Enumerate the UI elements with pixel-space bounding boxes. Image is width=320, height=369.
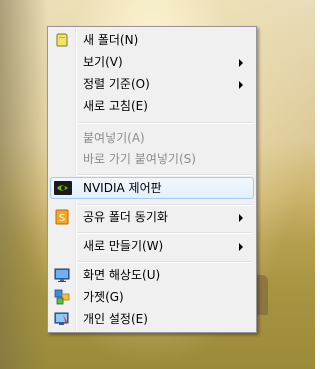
menu-item-personalize[interactable]: 개인 설정(E) — [50, 309, 254, 330]
menu-item-label: 바로 가기 붙여넣기(S) — [83, 152, 196, 166]
menu-separator — [78, 261, 252, 263]
menu-item-paste[interactable]: 붙여넣기(A) — [50, 128, 254, 149]
submenu-arrow-icon — [239, 59, 243, 67]
submenu-arrow-icon — [239, 214, 243, 222]
menu-item-shared-folder-sync[interactable]: S 공유 폴더 동기화 — [50, 207, 254, 228]
menu-separator — [78, 232, 252, 234]
menu-item-new[interactable]: 새로 만들기(W) — [50, 236, 254, 257]
menu-item-label: 공유 폴더 동기화 — [83, 210, 168, 224]
menu-item-refresh[interactable]: 새로 고침(E) — [50, 96, 254, 117]
menu-item-label: 화면 해상도(U) — [83, 268, 161, 282]
menu-separator — [78, 204, 252, 206]
new-folder-icon — [54, 32, 70, 48]
menu-item-label: 보기(V) — [83, 55, 123, 69]
menu-item-label: 정렬 기준(O) — [83, 77, 150, 91]
menu-item-gadgets[interactable]: 가젯(G) — [50, 287, 254, 308]
menu-separator — [78, 122, 252, 124]
menu-item-view[interactable]: 보기(V) — [50, 52, 254, 73]
menu-item-label: 붙여넣기(A) — [83, 131, 145, 145]
svg-text:S: S — [59, 213, 65, 224]
sync-icon: S — [54, 209, 70, 225]
gadgets-icon — [54, 289, 70, 305]
submenu-arrow-icon — [239, 81, 243, 89]
menu-item-paste-shortcut[interactable]: 바로 가기 붙여넣기(S) — [50, 149, 254, 170]
menu-item-label: 가젯(G) — [83, 290, 124, 304]
menu-item-screen-resolution[interactable]: 화면 해상도(U) — [50, 265, 254, 286]
personalize-icon — [54, 311, 70, 327]
desktop-wallpaper-tree — [0, 0, 48, 369]
nvidia-icon — [54, 180, 72, 196]
menu-item-label: 새로 고침(E) — [83, 99, 148, 113]
menu-separator — [78, 174, 252, 176]
submenu-arrow-icon — [239, 243, 243, 251]
menu-item-nvidia-control-panel[interactable]: NVIDIA 제어판 — [50, 177, 254, 199]
display-resolution-icon — [54, 267, 70, 283]
menu-item-label: 새 폴더(N) — [83, 33, 139, 47]
menu-item-new-folder[interactable]: 새 폴더(N) — [50, 30, 254, 51]
desktop-context-menu: 새 폴더(N) 보기(V) 정렬 기준(O) 새로 고침(E) 붙여넣기(A) … — [47, 26, 257, 333]
menu-item-label: 개인 설정(E) — [83, 312, 148, 326]
menu-item-sort-by[interactable]: 정렬 기준(O) — [50, 74, 254, 95]
menu-item-label: NVIDIA 제어판 — [83, 181, 162, 195]
menu-item-label: 새로 만들기(W) — [83, 239, 164, 253]
